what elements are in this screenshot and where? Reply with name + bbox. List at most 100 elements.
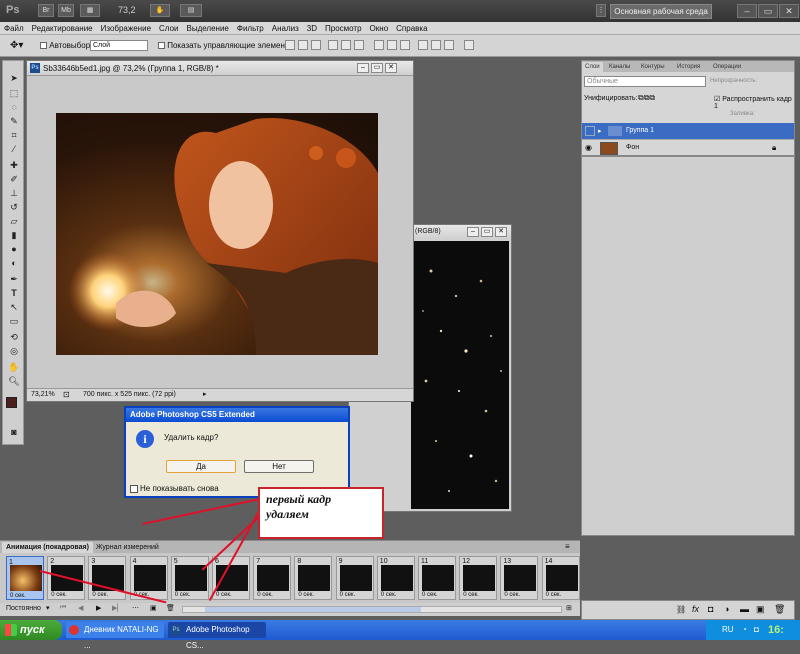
propagate-frame-toggle[interactable]: ☑ Распространить кадр 1 <box>714 95 794 110</box>
tab-measurement-log[interactable]: Журнал измерений <box>92 542 163 553</box>
view-extras-icon[interactable]: ▦ <box>80 4 100 17</box>
frame-delay[interactable]: 0 сек. <box>422 592 438 598</box>
quick-mask-icon[interactable]: ◙ <box>7 427 21 438</box>
scrollbar-thumb[interactable] <box>205 607 421 612</box>
doc2-maximize-button[interactable]: ▭ <box>481 227 493 237</box>
dont-show-again-toggle[interactable]: Не показывать снова <box>130 484 219 493</box>
animation-frame[interactable]: 14 0 сек. <box>541 556 580 600</box>
distribute-left-icon[interactable] <box>418 40 428 50</box>
tray-icon-2[interactable]: ◘ <box>754 620 759 640</box>
show-controls-group[interactable]: Показать управляющие элементы <box>158 41 294 50</box>
tray-icon-1[interactable]: ◔ <box>742 620 747 640</box>
menu-select[interactable]: Выделение <box>182 22 232 35</box>
prev-frame-icon[interactable]: ◀ <box>78 604 83 612</box>
type-tool-icon[interactable]: T <box>7 288 21 299</box>
frame-delay[interactable]: 0 сек. <box>10 592 26 601</box>
document-zoom-field[interactable]: 73,21% <box>31 391 55 398</box>
frame-delay[interactable]: 0 сек. <box>298 592 314 598</box>
maximize-button[interactable]: ▭ <box>758 4 778 18</box>
play-icon[interactable]: ▶ <box>96 604 101 612</box>
language-indicator[interactable]: RU <box>722 620 734 640</box>
expand-icon[interactable]: ▸ <box>598 127 602 135</box>
status-info-icon[interactable]: ⊡ <box>63 390 70 399</box>
frame-delay[interactable]: 0 сек. <box>340 592 356 598</box>
menu-image[interactable]: Изображение <box>97 22 155 35</box>
lasso-tool-icon[interactable]: ◌ <box>7 102 21 113</box>
animation-frame[interactable]: 10 0 сек. <box>376 556 415 600</box>
taskbar-item-browser[interactable]: Дневник NATALI-NG ... <box>66 622 164 650</box>
menu-layer[interactable]: Слои <box>155 22 182 35</box>
loop-dropdown-arrow-icon[interactable]: ▾ <box>46 604 50 612</box>
frames-scrollbar[interactable] <box>182 606 562 613</box>
document-window[interactable]: Ps Sb33646b5ed1.jpg @ 73,2% (Группа 1, R… <box>26 60 414 402</box>
align-bottom-icon[interactable] <box>311 40 321 50</box>
show-controls-checkbox[interactable] <box>158 42 165 50</box>
status-menu-icon[interactable]: ▸ <box>203 390 207 398</box>
convert-to-timeline-icon[interactable]: ⊞ <box>566 604 572 612</box>
minimize-button[interactable]: – <box>737 4 757 18</box>
autoselect-checkbox-group[interactable]: Автовыбор: <box>40 41 92 50</box>
frame-delay[interactable]: 0 сек. <box>216 592 232 598</box>
pen-tool-icon[interactable]: ✒ <box>7 274 21 285</box>
frame-delay[interactable]: 0 сек. <box>546 592 562 598</box>
first-frame-icon[interactable]: ⏮ <box>60 604 66 612</box>
animation-frame[interactable]: 8 0 сек. <box>294 556 333 600</box>
tab-layers[interactable]: Слои <box>582 62 603 72</box>
menu-help[interactable]: Справка <box>392 22 431 35</box>
next-frame-icon[interactable]: ▶▏ <box>112 604 123 612</box>
doc2-close-button[interactable]: ✕ <box>495 227 507 237</box>
document-2-canvas[interactable] <box>411 241 509 509</box>
marquee-tool-icon[interactable]: ⬚ <box>7 88 21 99</box>
menu-file[interactable]: Файл <box>0 22 28 35</box>
distribute-hcenter-icon[interactable] <box>431 40 441 50</box>
autoselect-checkbox[interactable] <box>40 42 47 50</box>
tab-paths[interactable]: Контуры <box>638 62 668 72</box>
eraser-tool-icon[interactable]: ▱ <box>7 216 21 227</box>
document-title-bar[interactable]: Ps Sb33646b5ed1.jpg @ 73,2% (Группа 1, R… <box>27 61 413 76</box>
zoom-tool-icon[interactable]: 🔍︎ <box>7 376 21 387</box>
distribute-top-icon[interactable] <box>374 40 384 50</box>
animation-frame[interactable]: 9 0 сек. <box>335 556 374 600</box>
no-button[interactable]: Нет <box>244 460 314 473</box>
animation-frame[interactable]: 5 0 сек. <box>170 556 209 600</box>
start-button[interactable]: пуск <box>0 620 62 640</box>
quick-select-tool-icon[interactable]: ✎ <box>7 116 21 127</box>
layer-visibility-toggle[interactable] <box>585 126 595 136</box>
frame-delay[interactable]: 0 сек. <box>51 592 67 598</box>
hand-tool-icon[interactable]: ✋ <box>150 4 170 17</box>
menu-analysis[interactable]: Анализ <box>268 22 303 35</box>
distribute-vcenter-icon[interactable] <box>387 40 397 50</box>
zoom-level[interactable]: 73,2 <box>118 5 136 15</box>
3d-rotate-tool-icon[interactable]: ⟲ <box>7 332 21 343</box>
3d-orbit-tool-icon[interactable]: ◎ <box>7 346 21 357</box>
panel-menu-icon[interactable]: ≡ <box>565 542 570 551</box>
brush-tool-icon[interactable]: ✐ <box>7 174 21 185</box>
move-tool-icon[interactable]: ✥▾ <box>10 40 23 51</box>
loop-dropdown[interactable]: Постоянно <box>6 605 41 612</box>
align-right-icon[interactable] <box>354 40 364 50</box>
layer-row-background[interactable]: ◉ Фон 🔒︎ <box>582 140 794 157</box>
tab-history[interactable]: История <box>674 62 703 72</box>
tab-channels[interactable]: Каналы <box>606 62 633 72</box>
doc-minimize-button[interactable]: – <box>357 63 369 73</box>
dodge-tool-icon[interactable]: ◐ <box>7 258 21 269</box>
menu-window[interactable]: Окно <box>366 22 393 35</box>
menu-3d[interactable]: 3D <box>303 22 321 35</box>
duplicate-frame-icon[interactable]: ▣ <box>150 604 157 612</box>
dont-show-again-checkbox[interactable] <box>130 484 138 493</box>
frame-delay[interactable]: 0 сек. <box>504 592 520 598</box>
eye-icon[interactable]: ◉ <box>585 143 592 152</box>
frame-delay[interactable]: 0 сек. <box>381 592 397 598</box>
align-vcenter-icon[interactable] <box>298 40 308 50</box>
doc-maximize-button[interactable]: ▭ <box>371 63 383 73</box>
blend-mode-dropdown[interactable]: Обычные <box>584 76 706 87</box>
align-left-icon[interactable] <box>328 40 338 50</box>
minibridge-icon[interactable]: Mb <box>58 4 74 17</box>
animation-frame[interactable]: 12 0 сек. <box>459 556 498 600</box>
unify-icons[interactable]: ⧉⧉⧉ <box>638 93 655 103</box>
menu-view[interactable]: Просмотр <box>321 22 366 35</box>
new-layer-icon[interactable]: ▣ <box>756 604 765 615</box>
tab-animation-frames[interactable]: Анимация (покадровая) <box>2 542 93 553</box>
close-button[interactable]: ✕ <box>779 4 799 18</box>
add-mask-icon[interactable]: ◘ <box>708 604 713 614</box>
